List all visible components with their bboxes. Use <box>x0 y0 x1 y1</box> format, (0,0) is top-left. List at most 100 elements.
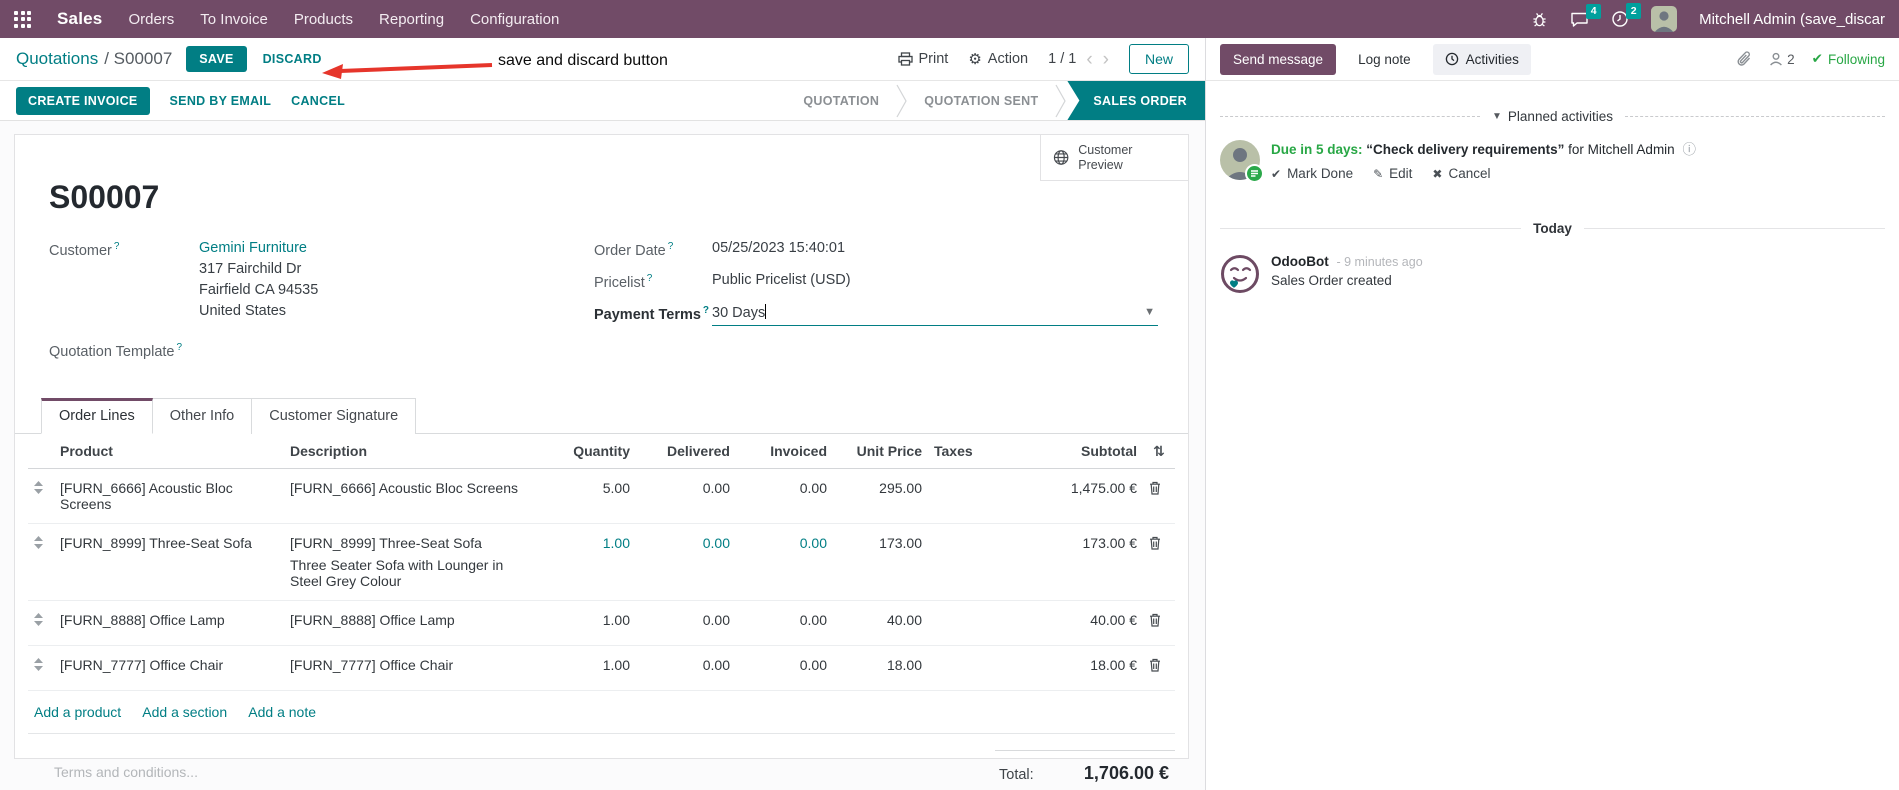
send-by-email-button[interactable]: SEND BY EMAIL <box>170 94 272 108</box>
payment-terms-label: Payment Terms? <box>594 304 710 323</box>
order-title: S00007 <box>49 179 160 215</box>
annotation-red-arrow <box>322 63 493 79</box>
step-quotation[interactable]: QUOTATION <box>787 81 895 120</box>
order-date-value[interactable]: 05/25/2023 15:40:01 <box>712 240 1158 259</box>
clock-icon <box>1445 52 1458 66</box>
total-box: Total: 1,706.00 € <box>995 749 1175 784</box>
breadcrumb-quotations[interactable]: Quotations <box>16 49 98 69</box>
activity-summary: “Check delivery requirements” <box>1366 142 1565 157</box>
user-avatar[interactable] <box>1651 6 1678 32</box>
drag-handle-icon[interactable] <box>28 646 54 682</box>
drag-handle-icon[interactable] <box>28 469 54 505</box>
add-a-product-link[interactable]: Add a product <box>34 704 121 720</box>
apps-grid-icon[interactable] <box>14 10 31 28</box>
customer-link[interactable]: Gemini Furniture <box>199 240 594 256</box>
info-icon[interactable]: ⓘ <box>1682 142 1696 157</box>
debug-bug-icon[interactable] <box>1531 11 1548 28</box>
following-button[interactable]: ✔ Following <box>1812 51 1885 67</box>
notebook-tabs: Order Lines Other Info Customer Signatur… <box>15 397 1188 434</box>
pager-value: 1 / 1 <box>1048 51 1077 67</box>
delete-row-icon[interactable] <box>1143 646 1175 683</box>
cancel-activity-button[interactable]: ✖ Cancel <box>1432 166 1490 181</box>
pager: 1 / 1 ‹ › <box>1048 50 1109 69</box>
save-button[interactable]: SAVE <box>186 46 247 72</box>
annotation-label: save and discard button <box>498 52 668 69</box>
control-panel: Quotations / S00007 SAVE DISCARD save an… <box>0 38 1205 81</box>
delete-row-icon[interactable] <box>1143 524 1175 561</box>
menu-to-invoice[interactable]: To Invoice <box>200 11 268 28</box>
statusbar: CREATE INVOICE SEND BY EMAIL CANCEL QUOT… <box>0 81 1205 121</box>
add-a-section-link[interactable]: Add a section <box>142 704 227 720</box>
mark-done-button[interactable]: ✔ Mark Done <box>1271 166 1353 181</box>
activities-clock-icon[interactable]: 2 <box>1611 3 1642 28</box>
new-button[interactable]: New <box>1128 44 1189 74</box>
total-label: Total: <box>999 766 1034 783</box>
action-button[interactable]: ⚙ Action <box>968 50 1028 68</box>
chatter-message: OdooBot - 9 minutes ago Sales Order crea… <box>1206 236 1899 294</box>
planned-activities-toggle[interactable]: ▼ Planned activities <box>1492 109 1613 124</box>
message-body: Sales Order created <box>1271 273 1392 289</box>
print-button[interactable]: Print <box>897 51 948 67</box>
order-date-label: Order Date? <box>594 241 674 259</box>
menu-reporting[interactable]: Reporting <box>379 11 444 28</box>
drag-handle-icon[interactable] <box>28 524 54 560</box>
breadcrumb-current: / S00007 <box>104 49 173 68</box>
terms-placeholder[interactable]: Terms and conditions... <box>54 764 198 784</box>
pager-previous-icon[interactable]: ‹ <box>1086 50 1092 69</box>
activities-button[interactable]: Activities <box>1432 43 1531 75</box>
menu-products[interactable]: Products <box>294 11 353 28</box>
delete-row-icon[interactable] <box>1143 601 1175 638</box>
step-separator-icon <box>1055 84 1067 117</box>
message-timestamp: - 9 minutes ago <box>1336 255 1423 270</box>
quotation-template-field[interactable] <box>182 341 594 360</box>
pricelist-value[interactable]: Public Pricelist (USD) <box>712 272 1158 291</box>
globe-icon <box>1053 150 1069 165</box>
table-row[interactable]: [FURN_6666] Acoustic Bloc Screens [FURN_… <box>28 469 1175 524</box>
cancel-button[interactable]: CANCEL <box>291 94 345 108</box>
planned-activity-item: Due in 5 days: “Check delivery requireme… <box>1206 124 1899 183</box>
table-row[interactable]: [FURN_8888] Office Lamp [FURN_8888] Offi… <box>28 601 1175 646</box>
table-row[interactable]: [FURN_7777] Office Chair [FURN_7777] Off… <box>28 646 1175 691</box>
activity-type-badge-icon <box>1245 164 1264 183</box>
step-sales-order[interactable]: SALES ORDER <box>1067 81 1205 120</box>
pager-next-icon[interactable]: › <box>1103 50 1109 69</box>
menu-orders[interactable]: Orders <box>128 11 174 28</box>
pencil-icon: ✎ <box>1373 166 1384 181</box>
add-a-note-link[interactable]: Add a note <box>248 704 316 720</box>
paperclip-icon[interactable] <box>1737 51 1752 67</box>
messages-badge: 4 <box>1586 3 1602 19</box>
app-name[interactable]: Sales <box>57 9 102 29</box>
followers-button[interactable]: 2 <box>1769 52 1795 67</box>
send-message-button[interactable]: Send message <box>1220 43 1337 75</box>
pricelist-label: Pricelist? <box>594 272 653 291</box>
customer-preview-button[interactable]: Customer Preview <box>1040 135 1188 181</box>
delete-row-icon[interactable] <box>1143 469 1175 506</box>
today-divider: Today <box>1220 221 1886 236</box>
menu-configuration[interactable]: Configuration <box>470 11 559 28</box>
printer-icon <box>897 52 913 66</box>
step-quotation-sent[interactable]: QUOTATION SENT <box>908 81 1054 120</box>
top-navbar: Sales Orders To Invoice Products Reporti… <box>0 0 1899 38</box>
main-panel: Quotations / S00007 SAVE DISCARD save an… <box>0 38 1205 790</box>
step-separator-icon <box>896 84 907 117</box>
messages-icon[interactable]: 4 <box>1570 3 1602 28</box>
optional-columns-icon[interactable]: ⇅ <box>1143 434 1175 468</box>
drag-handle-icon[interactable] <box>28 601 54 637</box>
total-value: 1,706.00 € <box>1083 762 1169 783</box>
dropdown-caret-icon[interactable]: ▼ <box>1144 306 1155 318</box>
tab-other-info[interactable]: Other Info <box>152 397 253 434</box>
table-row[interactable]: [FURN_8999] Three-Seat Sofa [FURN_8999] … <box>28 524 1175 601</box>
create-invoice-button[interactable]: CREATE INVOICE <box>16 86 150 115</box>
odoobot-avatar <box>1220 254 1260 294</box>
payment-terms-input[interactable]: 30 Days ▼ <box>712 303 1158 326</box>
x-icon: ✖ <box>1432 166 1443 181</box>
log-note-button[interactable]: Log note <box>1350 44 1419 75</box>
edit-activity-button[interactable]: ✎ Edit <box>1373 166 1412 181</box>
tab-customer-signature[interactable]: Customer Signature <box>252 397 417 434</box>
message-author[interactable]: OdooBot <box>1271 254 1329 269</box>
tab-order-lines[interactable]: Order Lines <box>41 397 153 434</box>
discard-button[interactable]: DISCARD <box>263 52 322 66</box>
planned-activities-divider: ▼ Planned activities <box>1220 109 1885 124</box>
customer-label: Customer? <box>49 241 120 259</box>
user-name[interactable]: Mitchell Admin (save_discar <box>1699 11 1885 28</box>
